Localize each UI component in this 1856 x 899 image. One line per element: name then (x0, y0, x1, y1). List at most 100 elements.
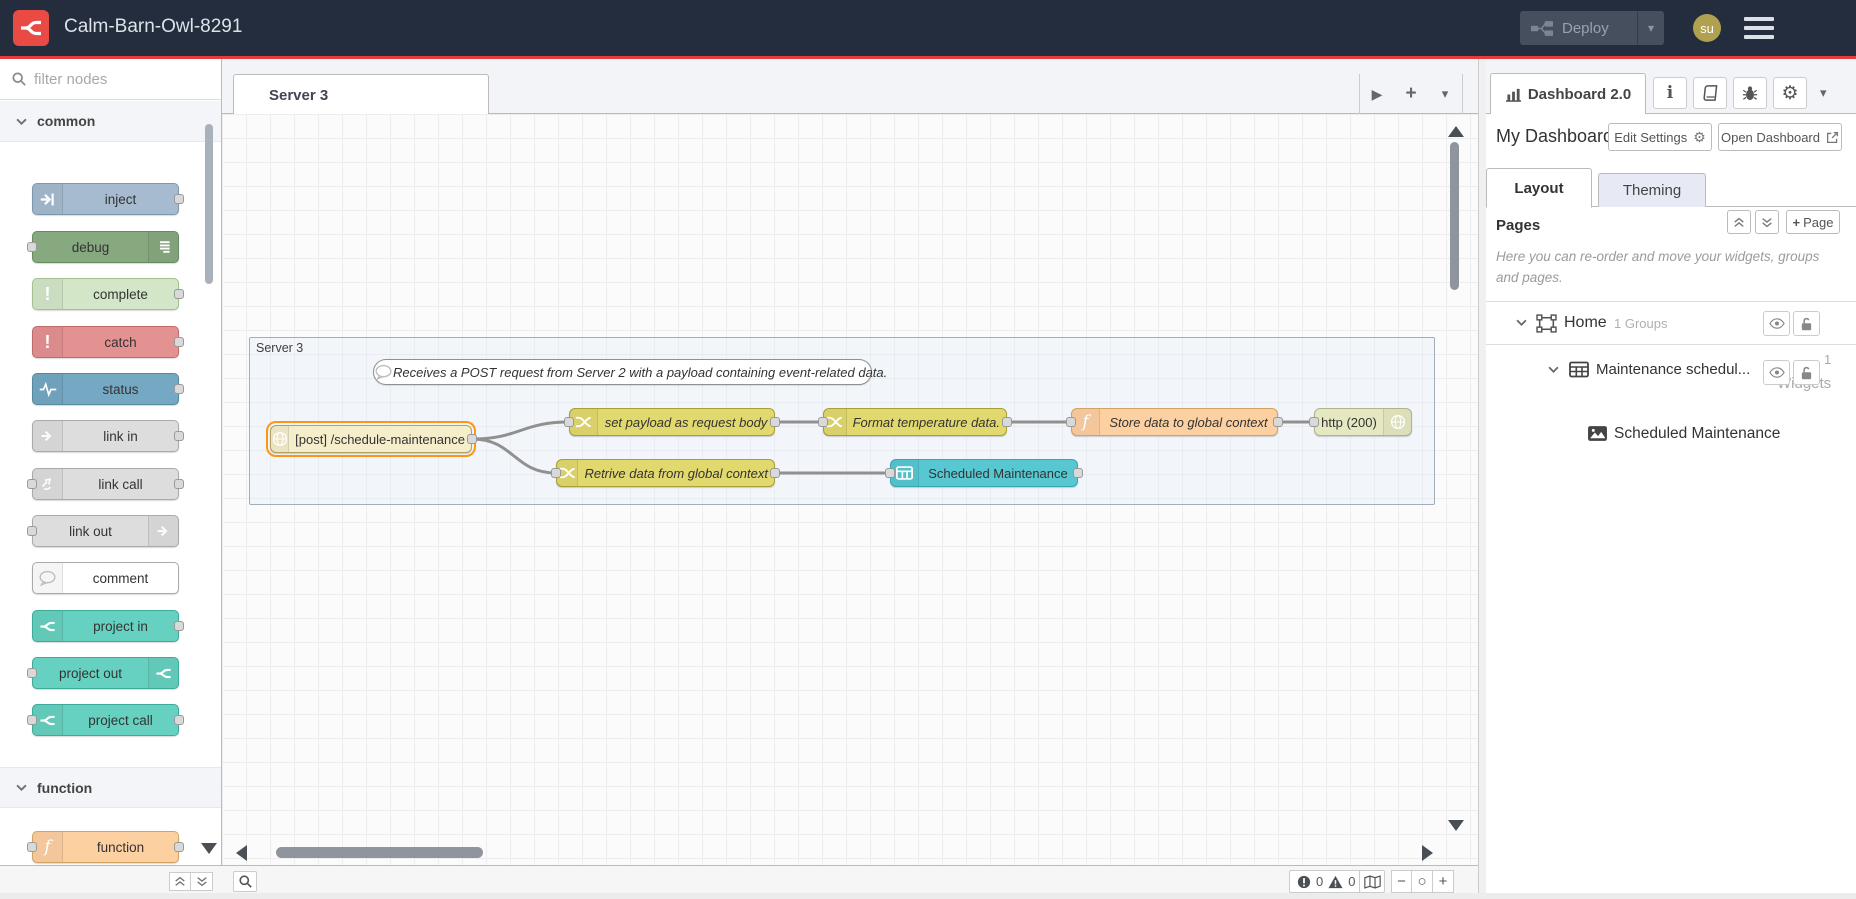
open-dashboard-button[interactable]: Open Dashboard (1718, 123, 1842, 151)
canvas-scroll-up-arrow[interactable] (1448, 126, 1464, 137)
palette-node-complete[interactable]: ! complete (32, 278, 184, 310)
node-output-port[interactable] (1273, 417, 1283, 427)
tree-row-page-home[interactable]: Home 1 Groups (1486, 301, 1856, 345)
node-output-port[interactable] (770, 468, 780, 478)
flow-tab-server-3[interactable]: Server 3 (233, 74, 489, 115)
palette-collapse-all-button[interactable] (169, 872, 191, 891)
deploy-button[interactable]: Deploy ▾ (1520, 11, 1664, 45)
canvas-scroll-left-arrow[interactable] (236, 845, 247, 861)
zoom-in-button[interactable]: + (1433, 870, 1454, 893)
palette-scrollbar-thumb[interactable] (205, 124, 213, 284)
edit-settings-button[interactable]: Edit Settings ⚙ (1608, 123, 1712, 151)
dashboard-name: My Dashboard (1496, 126, 1614, 146)
group-name: Maintenance schedul... (1596, 361, 1751, 378)
palette-node-link-out[interactable]: link out (27, 515, 179, 547)
flow-node-http-in[interactable]: [post] /schedule-maintenance (266, 421, 477, 457)
sidebar-menu-button[interactable]: ▾ (1820, 85, 1827, 101)
tree-row-widget-scheduled-maintenance[interactable]: Scheduled Maintenance (1486, 419, 1856, 449)
tree-row-group-maintenance[interactable]: Maintenance schedul... 1 Widgets (1486, 349, 1856, 399)
chevron-down-icon (1548, 366, 1559, 373)
node-output-port[interactable] (770, 417, 780, 427)
main-menu-button[interactable] (1744, 17, 1774, 39)
palette-node-function[interactable]: f function (27, 831, 184, 863)
palette-node-comment[interactable]: comment (32, 562, 179, 594)
palette-node-catch[interactable]: ! catch (32, 326, 184, 358)
workspace-tabbar: Server 3 ▶ + ▾ (222, 59, 1478, 115)
palette-node-inject[interactable]: inject (32, 183, 184, 215)
page-title: Calm-Barn-Owl-8291 (64, 16, 243, 37)
canvas-scroll-down-arrow[interactable] (1448, 820, 1464, 831)
node-output-port[interactable] (1002, 417, 1012, 427)
tab-config-nodes[interactable]: ⚙ (1773, 77, 1807, 109)
node-input-port[interactable] (1309, 417, 1319, 427)
node-port (174, 842, 184, 852)
node-port (174, 715, 184, 725)
palette-node-debug[interactable]: debug (27, 231, 179, 263)
flow-node-http-response[interactable]: http (200) (1309, 408, 1412, 436)
flow-node-retrieve-global[interactable]: Retrive data from global context (551, 459, 780, 487)
palette-node-project-out[interactable]: project out (27, 657, 179, 689)
tab-theming[interactable]: Theming (1598, 173, 1706, 207)
search-flows-button[interactable] (233, 871, 257, 892)
node-input-port[interactable] (551, 468, 561, 478)
info-icon: i (1666, 83, 1674, 103)
canvas-vscrollbar-thumb[interactable] (1450, 142, 1459, 290)
add-page-button[interactable]: + Page (1786, 210, 1840, 234)
palette-node-project-in[interactable]: project in (32, 610, 184, 642)
flow-node-store-global[interactable]: f Store data to global context (1066, 408, 1283, 436)
navigator-toggle-button[interactable] (1359, 870, 1385, 893)
node-port (174, 289, 184, 299)
palette-expand-all-button[interactable] (191, 872, 213, 891)
zoom-reset-button[interactable]: ○ (1412, 870, 1433, 893)
flow-node-format-temperature[interactable]: Format temperature data. (818, 408, 1012, 436)
palette-scroll-down-arrow[interactable] (201, 843, 217, 854)
tab-help[interactable] (1693, 77, 1727, 109)
node-output-port[interactable] (467, 434, 477, 444)
tab-dashboard-2[interactable]: Dashboard 2.0 (1490, 73, 1646, 114)
palette-node-project-call[interactable]: project call (27, 704, 184, 736)
notification-counts[interactable]: 0 0 (1289, 870, 1364, 893)
palette-node-link-call[interactable]: link call (27, 468, 184, 500)
flow-node-ui-table[interactable]: Scheduled Maintenance (885, 459, 1083, 487)
function-f-icon: f (1072, 409, 1100, 435)
tab-info[interactable]: i (1653, 77, 1687, 109)
node-input-port[interactable] (818, 417, 828, 427)
node-input-port[interactable] (564, 417, 574, 427)
flow-node-comment[interactable]: Receives a POST request from Server 2 wi… (373, 359, 887, 385)
expand-all-pages-button[interactable] (1755, 210, 1779, 234)
zoom-out-button[interactable]: − (1391, 870, 1412, 893)
node-input-port[interactable] (885, 468, 895, 478)
palette-filter-input[interactable] (34, 70, 194, 88)
add-flow-button[interactable]: + (1394, 83, 1428, 105)
palette-category-function[interactable]: function (0, 767, 221, 808)
tab-debug[interactable] (1733, 77, 1767, 109)
deploy-options-caret[interactable]: ▾ (1636, 11, 1664, 45)
chevron-down-icon (16, 118, 27, 125)
canvas-hscrollbar-thumb[interactable] (276, 847, 483, 858)
flow-canvas[interactable]: Server 3 Receives a POST request from Se… (222, 114, 1478, 865)
collapse-all-pages-button[interactable] (1727, 210, 1751, 234)
tab-scroll-right-button[interactable]: ▶ (1360, 86, 1394, 103)
flow-list-button[interactable]: ▾ (1428, 86, 1462, 102)
external-link-icon (1826, 131, 1839, 143)
visibility-toggle-button[interactable] (1763, 311, 1790, 336)
node-input-port[interactable] (1066, 417, 1076, 427)
palette-node-link-in[interactable]: link in (32, 420, 184, 452)
change-icon (570, 409, 598, 435)
function-f-icon: f (33, 832, 63, 862)
lock-toggle-button[interactable] (1793, 360, 1820, 385)
eye-icon (1768, 318, 1785, 329)
canvas-scroll-right-arrow[interactable] (1422, 845, 1433, 861)
palette-category-common[interactable]: common (0, 101, 221, 142)
bar-chart-icon (1505, 88, 1521, 102)
palette-node-status[interactable]: status (32, 373, 184, 405)
visibility-toggle-button[interactable] (1763, 360, 1790, 385)
map-icon (1363, 874, 1381, 889)
lock-toggle-button[interactable] (1793, 311, 1820, 336)
user-avatar[interactable]: su (1693, 14, 1721, 42)
window-bottom-strip (0, 893, 1856, 899)
flow-node-set-payload[interactable]: set payload as request body (564, 408, 780, 436)
node-output-port[interactable] (1073, 468, 1083, 478)
sidebar-splitter[interactable] (1478, 59, 1486, 893)
tab-layout[interactable]: Layout (1486, 168, 1592, 208)
